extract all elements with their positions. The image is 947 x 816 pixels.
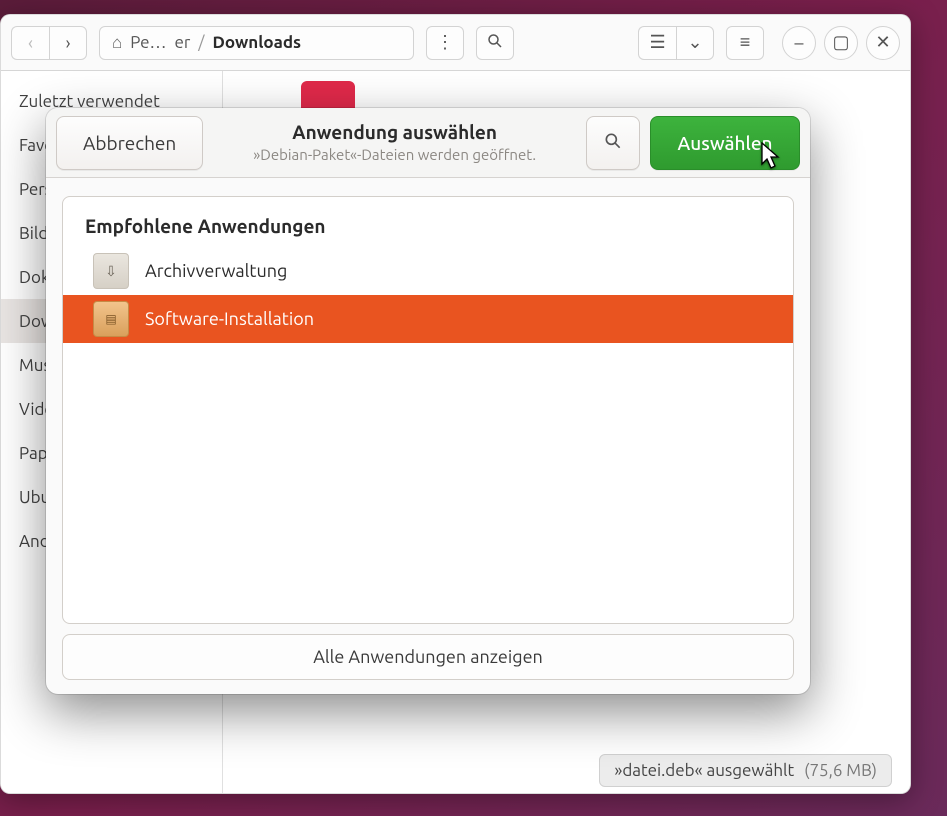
dialog-search-button[interactable] [586, 116, 640, 170]
status-size: (75,6 MB) [804, 761, 877, 780]
recommended-apps-header: Empfohlene Anwendungen [63, 197, 793, 247]
breadcrumb-current[interactable]: Downloads [213, 33, 302, 52]
app-row-label: Software-Installation [145, 309, 314, 329]
select-button[interactable]: Auswählen [650, 116, 800, 170]
breadcrumb-home-suffix: er [174, 33, 190, 52]
dialog-body: Empfohlene Anwendungen Archivverwaltung … [46, 178, 810, 694]
view-dropdown-button[interactable]: ⌄ [676, 26, 714, 60]
close-button[interactable]: ✕ [866, 26, 900, 60]
maximize-button[interactable]: ▢ [824, 26, 858, 60]
menu-icon: ≡ [740, 32, 751, 53]
breadcrumb[interactable]: ⌂ Pe… er / Downloads [99, 26, 414, 60]
search-icon [603, 131, 623, 155]
minimize-icon: – [795, 33, 804, 53]
package-icon [93, 301, 129, 337]
search-button[interactable] [476, 26, 514, 60]
status-text: »datei.deb« ausgewählt [614, 761, 794, 780]
kebab-icon: ⋮ [436, 32, 454, 53]
status-bar: »datei.deb« ausgewählt (75,6 MB) [599, 754, 892, 787]
list-icon: ☰ [649, 32, 665, 53]
dialog-header: Abbrechen Anwendung auswählen »Debian-Pa… [46, 108, 810, 178]
close-icon: ✕ [875, 32, 890, 53]
view-list-button[interactable]: ☰ [638, 26, 676, 60]
app-chooser-dialog: Abbrechen Anwendung auswählen »Debian-Pa… [46, 108, 810, 694]
home-icon: ⌂ [112, 33, 122, 53]
app-list: Empfohlene Anwendungen Archivverwaltung … [62, 196, 794, 624]
back-button[interactable]: ‹ [11, 26, 49, 60]
forward-button[interactable]: › [49, 26, 87, 60]
nav-group: ‹ › [11, 26, 87, 60]
breadcrumb-home[interactable]: Pe… [130, 33, 166, 52]
breadcrumb-separator: / [198, 33, 204, 52]
search-icon [486, 32, 504, 54]
hamburger-menu-button[interactable]: ≡ [726, 26, 764, 60]
app-row-label: Archivverwaltung [145, 261, 287, 281]
dialog-title-area: Anwendung auswählen »Debian-Paket«-Datei… [213, 121, 576, 165]
archive-manager-icon [93, 253, 129, 289]
chevron-left-icon: ‹ [28, 33, 33, 53]
show-all-apps-button[interactable]: Alle Anwendungen anzeigen [62, 634, 794, 680]
file-manager-toolbar: ‹ › ⌂ Pe… er / Downloads ⋮ ☰ [1, 15, 910, 71]
cancel-button[interactable]: Abbrechen [56, 116, 203, 170]
dialog-title: Anwendung auswählen [213, 121, 576, 145]
app-row-software-install[interactable]: Software-Installation [63, 295, 793, 343]
maximize-icon: ▢ [833, 32, 850, 53]
dialog-subtitle: »Debian-Paket«-Dateien werden geöffnet. [213, 146, 576, 165]
chevron-right-icon: › [65, 33, 70, 53]
app-row-archive[interactable]: Archivverwaltung [63, 247, 793, 295]
path-menu-button[interactable]: ⋮ [426, 26, 464, 60]
window-controls: – ▢ ✕ [782, 26, 900, 60]
minimize-button[interactable]: – [782, 26, 816, 60]
chevron-down-icon: ⌄ [687, 32, 702, 53]
view-group: ☰ ⌄ [638, 26, 714, 60]
